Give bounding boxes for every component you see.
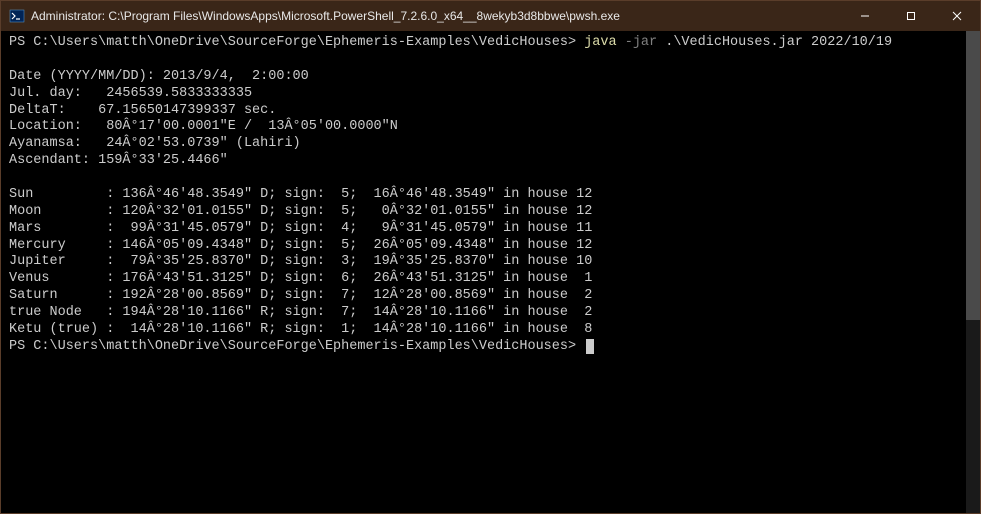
terminal-body[interactable]: PS C:\Users\matth\OneDrive\SourceForge\E… xyxy=(1,31,980,513)
minimize-button[interactable] xyxy=(842,1,888,31)
terminal-window: Administrator: C:\Program Files\WindowsA… xyxy=(0,0,981,514)
cmd-flag: -jar xyxy=(625,35,657,50)
window-title: Administrator: C:\Program Files\WindowsA… xyxy=(31,9,842,23)
titlebar[interactable]: Administrator: C:\Program Files\WindowsA… xyxy=(1,1,980,31)
scrollbar[interactable] xyxy=(966,31,980,513)
prompt-2: PS C:\Users\matth\OneDrive\SourceForge\E… xyxy=(9,339,576,354)
cmd-args: .\VedicHouses.jar 2022/10/19 xyxy=(665,35,892,50)
terminal-content: PS C:\Users\matth\OneDrive\SourceForge\E… xyxy=(9,35,972,356)
prompt: PS C:\Users\matth\OneDrive\SourceForge\E… xyxy=(9,35,576,50)
cmd-java: java xyxy=(584,35,616,50)
close-button[interactable] xyxy=(934,1,980,31)
scrollbar-thumb[interactable] xyxy=(966,31,980,320)
window-controls xyxy=(842,1,980,31)
maximize-button[interactable] xyxy=(888,1,934,31)
powershell-icon xyxy=(9,8,25,24)
cursor xyxy=(586,339,594,354)
